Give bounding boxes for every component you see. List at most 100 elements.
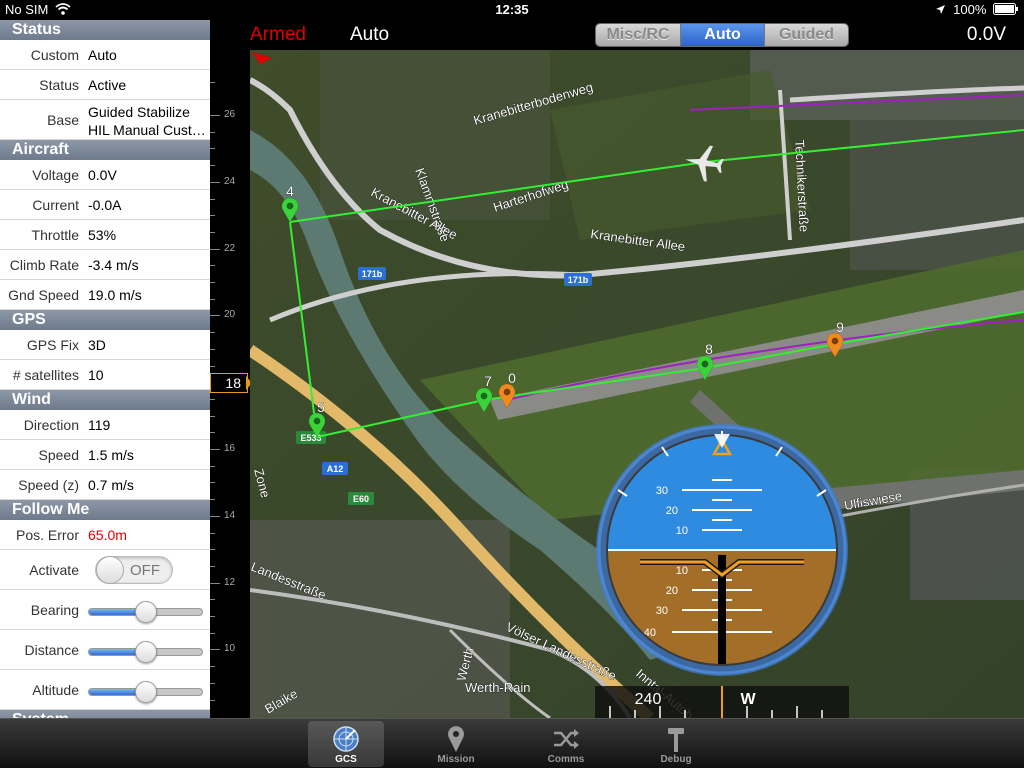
row-voltage: Voltage 0.0V	[0, 160, 210, 190]
waypoint-label: 9	[836, 319, 844, 335]
battery-icon	[993, 3, 1018, 15]
row-value: 1.5 m/s	[88, 447, 134, 463]
toggle-knob	[96, 556, 124, 584]
row-value: 0.7 m/s	[88, 477, 134, 493]
row-status: Status Active	[0, 70, 210, 100]
tape-major-tick	[210, 449, 220, 450]
row-value: -3.4 m/s	[88, 257, 139, 273]
section-header-wind: Wind	[0, 390, 210, 410]
section-header-gps: GPS	[0, 310, 210, 330]
row-label: Speed	[38, 447, 79, 463]
pitch-label: 20	[666, 505, 678, 517]
tape-minor-tick	[210, 398, 215, 400]
tab-label: GCS	[335, 754, 357, 765]
row-label: Pos. Error	[15, 527, 79, 543]
voltage-readout: 0.0V	[966, 24, 1006, 45]
flight-mode: Auto	[350, 24, 390, 45]
section-header-status: Status	[0, 20, 210, 40]
tape-major-tick	[210, 515, 220, 517]
tape-minor-tick	[210, 215, 215, 217]
satellite-map[interactable]: Kranebitterbodenweg Harterhofweg Klammst…	[250, 50, 1024, 718]
telemetry-panel[interactable]: Status Custom Auto Status Active Base Gu…	[0, 20, 210, 718]
slider-thumb[interactable]	[134, 641, 157, 663]
row-satellites: # satellites 10	[0, 360, 210, 390]
tape-minor-tick	[210, 482, 215, 484]
row-gnd-speed: Gnd Speed 19.0 m/s	[0, 280, 210, 310]
row-activate: Activate OFF	[0, 550, 210, 590]
tab-debug[interactable]: Debug	[638, 721, 714, 767]
slider-thumb[interactable]	[134, 601, 157, 623]
road-shield-label: 171b	[362, 269, 383, 279]
altitude-slider[interactable]	[88, 681, 203, 703]
tape-major-tick	[210, 181, 220, 183]
bearing-slider[interactable]	[88, 601, 203, 623]
base-mode-line-1: Guided Stabilize	[88, 104, 190, 120]
row-label: Base	[47, 112, 79, 128]
location-arrow-icon	[935, 5, 945, 14]
tab-bar: GCS Mission Comms Debug	[0, 718, 1024, 768]
row-value: Auto	[88, 47, 117, 63]
row-altitude: Altitude	[0, 670, 210, 710]
row-value: 53%	[88, 227, 117, 243]
waypoint-label: 8	[705, 341, 713, 357]
base-mode-line-2: HIL Manual Cust…	[88, 122, 206, 138]
segment-auto[interactable]: Auto	[680, 24, 764, 46]
row-value: 10	[88, 367, 104, 383]
tab-mission[interactable]: Mission	[418, 721, 494, 767]
row-label: Status	[39, 77, 79, 93]
altitude-current-box: 18	[210, 373, 248, 393]
tab-gcs[interactable]: GCS	[308, 721, 384, 767]
row-value: 3D	[88, 337, 106, 353]
tape-minor-tick	[210, 465, 215, 467]
tape-minor-tick	[210, 666, 215, 668]
tab-comms[interactable]: Comms	[528, 721, 604, 767]
tape-major-tick	[210, 582, 220, 584]
tape-minor-tick	[210, 198, 215, 200]
tape-minor-tick	[210, 532, 215, 534]
row-label: GPS Fix	[26, 337, 79, 353]
waypoint-label: 0	[508, 370, 516, 386]
status-right-group: 100%	[935, 2, 1020, 17]
row-label: Altitude	[32, 682, 79, 698]
section-header-system: System	[0, 710, 210, 718]
tab-label: Mission	[437, 754, 475, 765]
row-throttle: Throttle 53%	[0, 220, 210, 250]
segment-guided[interactable]: Guided	[764, 24, 848, 46]
waypoint-label: 5	[317, 399, 325, 415]
row-current: Current -0.0A	[0, 190, 210, 220]
tape-minor-tick	[210, 332, 215, 334]
row-label: Activate	[29, 562, 79, 578]
pitch-label: 20	[666, 585, 678, 597]
pitch-label: 30	[656, 485, 668, 497]
urban-area-east	[850, 120, 1024, 270]
row-label: Speed (z)	[18, 477, 79, 493]
tape-minor-tick	[210, 148, 215, 150]
tape-minor-tick	[210, 432, 215, 434]
row-value: 0.0V	[88, 167, 117, 183]
tab-label: Comms	[547, 754, 585, 765]
follow-me-toggle[interactable]: OFF	[95, 556, 173, 584]
map-canvas[interactable]: Kranebitterbodenweg Harterhofweg Klammst…	[250, 50, 1024, 718]
row-wind-direction: Direction 119	[0, 410, 210, 440]
road-shield-label: 171b	[568, 275, 589, 285]
row-value: -0.0A	[88, 197, 122, 213]
distance-slider[interactable]	[88, 641, 203, 663]
row-bearing: Bearing	[0, 590, 210, 630]
road-shield-label: E60	[353, 494, 369, 504]
row-pos-error: Pos. Error 65.0m	[0, 520, 210, 550]
tape-minor-tick	[210, 265, 215, 267]
tape-minor-tick	[210, 616, 215, 617]
heading-label: 240	[635, 691, 662, 708]
tape-tick-label: 24	[224, 175, 236, 187]
tape-major-tick	[210, 248, 220, 250]
row-value: 19.0 m/s	[88, 287, 142, 303]
row-label: # satellites	[12, 367, 79, 383]
map-pin-icon	[448, 726, 464, 752]
tape-minor-tick	[210, 282, 215, 283]
tape-tick-label: 10	[224, 643, 236, 655]
row-gps-fix: GPS Fix 3D	[0, 330, 210, 360]
slider-thumb[interactable]	[134, 681, 157, 703]
segment-misc-rc[interactable]: Misc/RC	[596, 24, 680, 46]
tape-minor-tick	[210, 415, 215, 417]
tape-tick-label: 12	[224, 576, 236, 588]
